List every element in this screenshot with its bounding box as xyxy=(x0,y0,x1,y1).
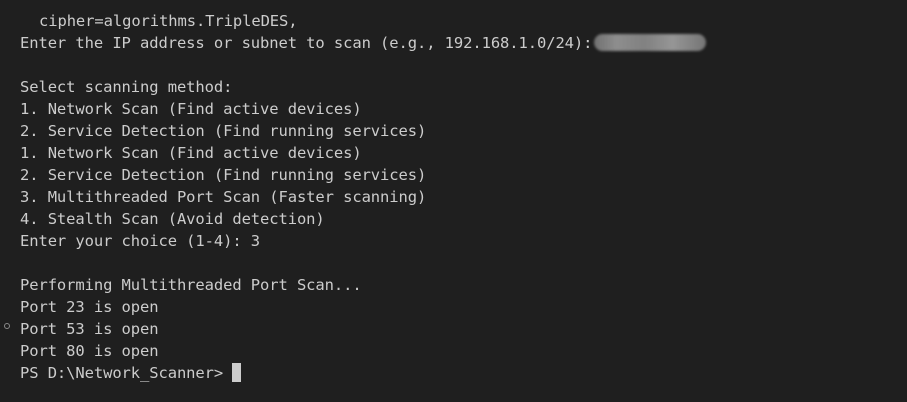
terminal-line: Performing Multithreaded Port Scan... xyxy=(20,276,362,294)
terminal-line: Port 80 is open xyxy=(20,342,159,360)
terminal-line-text: Enter the IP address or subnet to scan (… xyxy=(20,34,593,52)
command-decoration-icon[interactable] xyxy=(4,323,10,329)
terminal-prompt: PS D:\Network_Scanner> xyxy=(20,364,224,382)
terminal-line: Port 23 is open xyxy=(20,298,159,316)
terminal-line: Select scanning method: xyxy=(20,78,233,96)
terminal-line: 3. Multithreaded Port Scan (Faster scann… xyxy=(20,188,427,206)
terminal-line: Port 53 is open xyxy=(20,320,159,338)
terminal-line: 1. Network Scan (Find active devices) xyxy=(20,144,362,162)
terminal-line: 2. Service Detection (Find running servi… xyxy=(20,122,427,140)
terminal-line: Enter your choice (1-4): 3 xyxy=(20,232,261,250)
terminal-panel[interactable]: cipher=algorithms.TripleDES, Enter the I… xyxy=(0,0,907,402)
terminal-prompt-line[interactable]: PS D:\Network_Scanner> xyxy=(20,362,242,384)
terminal-line-ip-input: Enter the IP address or subnet to scan (… xyxy=(20,32,707,54)
cursor-icon xyxy=(232,363,242,382)
terminal-line: 2. Service Detection (Find running servi… xyxy=(20,166,427,184)
redacted-ip-input xyxy=(594,34,707,51)
terminal-line: 1. Network Scan (Find active devices) xyxy=(20,100,362,118)
terminal-line: cipher=algorithms.TripleDES, xyxy=(39,12,298,30)
terminal-line: 4. Stealth Scan (Avoid detection) xyxy=(20,210,325,228)
